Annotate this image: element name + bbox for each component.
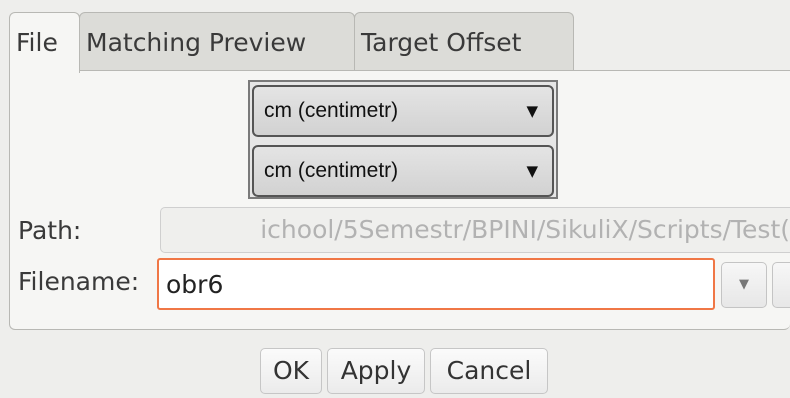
browse-button[interactable] <box>772 262 790 308</box>
tab-file-label: File <box>16 28 58 57</box>
filename-dropdown-button[interactable]: ▼ <box>721 262 767 308</box>
path-field: ichool/5Semestr/BPINI/SikuliX/Scripts/Te… <box>160 207 790 253</box>
tab-file[interactable]: File <box>9 12 80 73</box>
tab-matching-preview[interactable]: Matching Preview <box>79 12 355 71</box>
unit-select-first-value: cm (centimetr) <box>264 99 399 122</box>
chevron-down-icon: ▼ <box>739 277 749 292</box>
apply-button[interactable]: Apply <box>327 348 425 394</box>
tab-matching-preview-label: Matching Preview <box>86 28 307 57</box>
tab-target-offset-label: Target Offset <box>361 28 522 57</box>
filename-label: Filename: <box>18 267 140 296</box>
chevron-down-icon: ▼ <box>526 162 538 180</box>
tab-target-offset[interactable]: Target Offset <box>354 12 574 71</box>
path-value: ichool/5Semestr/BPINI/SikuliX/Scripts/Te… <box>260 215 790 244</box>
units-group: cm (centimetr) ▼ cm (centimetr) ▼ <box>248 80 558 199</box>
ok-button[interactable]: OK <box>260 348 322 394</box>
filename-input[interactable] <box>157 258 715 310</box>
path-label: Path: <box>18 216 82 245</box>
unit-select-first[interactable]: cm (centimetr) ▼ <box>252 85 554 137</box>
unit-select-second-value: cm (centimetr) <box>264 159 399 182</box>
unit-select-second[interactable]: cm (centimetr) ▼ <box>252 145 554 197</box>
chevron-down-icon: ▼ <box>526 102 538 120</box>
cancel-button[interactable]: Cancel <box>430 348 548 394</box>
